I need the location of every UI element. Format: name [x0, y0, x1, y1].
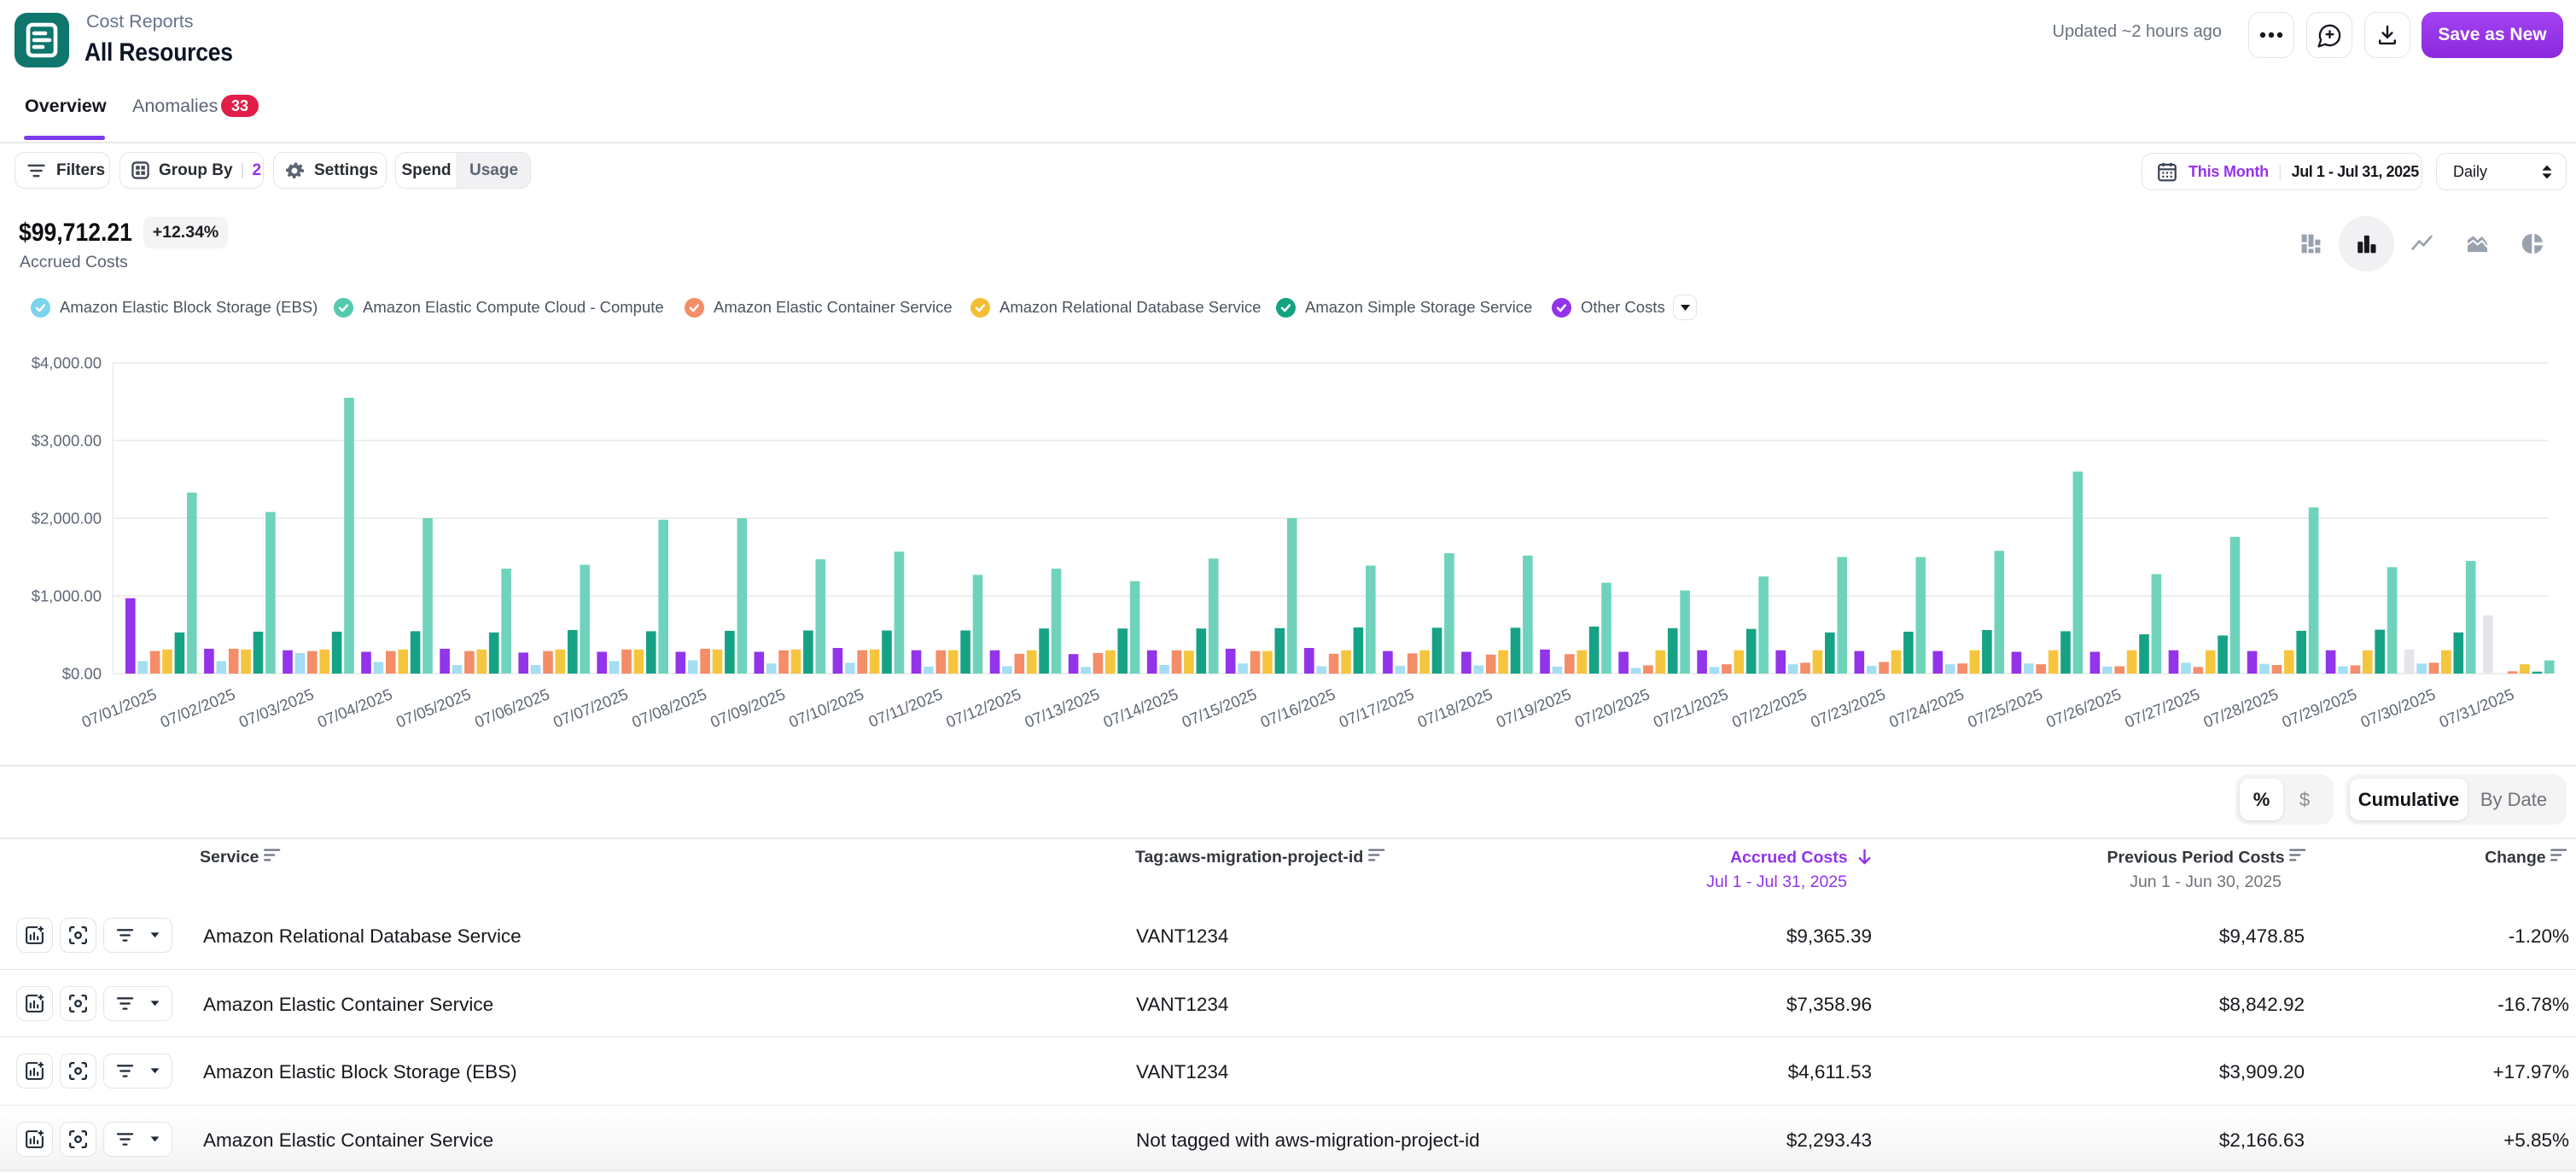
- svg-text:$0.00: $0.00: [62, 665, 102, 683]
- svg-text:07/10/2025: 07/10/2025: [786, 685, 866, 731]
- svg-text:$4,000.00: $4,000.00: [32, 354, 102, 372]
- svg-text:07/19/2025: 07/19/2025: [1494, 685, 1574, 731]
- svg-text:07/01/2025: 07/01/2025: [79, 685, 160, 731]
- svg-text:07/03/2025: 07/03/2025: [236, 685, 317, 731]
- svg-text:07/17/2025: 07/17/2025: [1337, 685, 1417, 731]
- svg-text:07/26/2025: 07/26/2025: [2043, 685, 2124, 731]
- svg-text:07/14/2025: 07/14/2025: [1100, 685, 1180, 731]
- svg-text:07/15/2025: 07/15/2025: [1179, 685, 1259, 731]
- svg-text:$1,000.00: $1,000.00: [32, 587, 102, 605]
- svg-text:07/16/2025: 07/16/2025: [1258, 685, 1338, 731]
- svg-text:07/22/2025: 07/22/2025: [1729, 685, 1810, 731]
- svg-text:07/28/2025: 07/28/2025: [2200, 685, 2281, 731]
- svg-text:07/20/2025: 07/20/2025: [1572, 685, 1652, 731]
- svg-text:07/08/2025: 07/08/2025: [629, 685, 709, 731]
- svg-text:07/21/2025: 07/21/2025: [1651, 685, 1731, 731]
- svg-text:07/29/2025: 07/29/2025: [2279, 685, 2359, 731]
- svg-text:07/30/2025: 07/30/2025: [2357, 685, 2438, 731]
- svg-text:07/05/2025: 07/05/2025: [393, 685, 474, 731]
- svg-text:07/25/2025: 07/25/2025: [1965, 685, 2045, 731]
- svg-text:07/24/2025: 07/24/2025: [1886, 685, 1967, 731]
- svg-text:07/12/2025: 07/12/2025: [943, 685, 1023, 731]
- svg-text:07/23/2025: 07/23/2025: [1808, 685, 1888, 731]
- svg-text:07/06/2025: 07/06/2025: [472, 685, 552, 731]
- svg-text:07/04/2025: 07/04/2025: [315, 685, 395, 731]
- svg-text:07/18/2025: 07/18/2025: [1415, 685, 1495, 731]
- svg-text:$2,000.00: $2,000.00: [32, 510, 102, 528]
- svg-text:07/27/2025: 07/27/2025: [2122, 685, 2202, 731]
- svg-text:$3,000.00: $3,000.00: [32, 432, 102, 450]
- svg-text:07/09/2025: 07/09/2025: [708, 685, 788, 731]
- svg-text:07/02/2025: 07/02/2025: [158, 685, 238, 731]
- svg-text:07/13/2025: 07/13/2025: [1022, 685, 1102, 731]
- svg-text:07/31/2025: 07/31/2025: [2437, 685, 2517, 731]
- svg-text:07/11/2025: 07/11/2025: [866, 685, 945, 731]
- svg-text:07/07/2025: 07/07/2025: [551, 685, 631, 731]
